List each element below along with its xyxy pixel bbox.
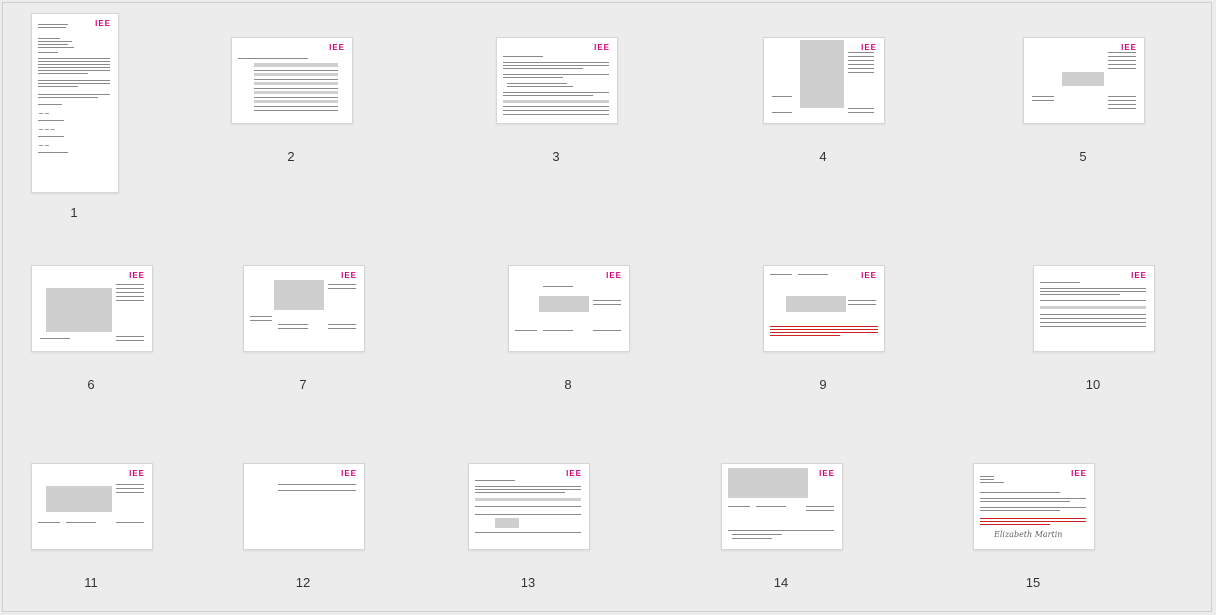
page-number: 6 xyxy=(87,377,95,392)
iee-logo: IEE xyxy=(329,43,345,52)
iee-logo: IEE xyxy=(1131,271,1147,280)
page-3-preview: IEE xyxy=(496,37,618,124)
page-number: 15 xyxy=(1025,575,1041,590)
iee-logo: IEE xyxy=(1071,469,1087,478)
page-1-preview: IEE ~~ ~~~ ~~ xyxy=(31,13,119,193)
page-number: 14 xyxy=(773,575,789,590)
page-12-preview: IEE xyxy=(243,463,365,550)
page-5-preview: IEE xyxy=(1023,37,1145,124)
iee-logo: IEE xyxy=(341,271,357,280)
iee-logo: IEE xyxy=(594,43,610,52)
page-thumbnail-8[interactable]: IEE 8 xyxy=(508,265,668,405)
page-thumbnail-11[interactable]: IEE 11 xyxy=(31,463,191,603)
page-thumbnail-4[interactable]: IEE 4 xyxy=(763,37,923,177)
page-number: 13 xyxy=(520,575,536,590)
page-6-preview: IEE xyxy=(31,265,153,352)
page-11-preview: IEE xyxy=(31,463,153,550)
page-13-preview: IEE xyxy=(468,463,590,550)
page-thumbnail-6[interactable]: IEE 6 xyxy=(31,265,191,405)
iee-logo: IEE xyxy=(1121,43,1137,52)
page-number: 8 xyxy=(564,377,572,392)
page-thumbnail-14[interactable]: IEE 14 xyxy=(721,463,881,603)
page-number: 3 xyxy=(552,149,560,164)
page-9-preview: IEE xyxy=(763,265,885,352)
page-number: 12 xyxy=(295,575,311,590)
page-number: 7 xyxy=(299,377,307,392)
page-2-preview: IEE xyxy=(231,37,353,124)
page-grid: IEE ~~ ~~~ ~~ 1 IEE 2 IEE 3 IEE 4 IEE 5 … xyxy=(2,2,1212,612)
page-thumbnail-10[interactable]: IEE 10 xyxy=(1033,265,1193,405)
page-thumbnail-9[interactable]: IEE 9 xyxy=(763,265,923,405)
page-8-preview: IEE xyxy=(508,265,630,352)
page-4-preview: IEE xyxy=(763,37,885,124)
page-10-preview: IEE xyxy=(1033,265,1155,352)
page-number: 11 xyxy=(84,575,98,590)
page-thumbnail-3[interactable]: IEE 3 xyxy=(496,37,656,177)
iee-logo: IEE xyxy=(606,271,622,280)
page-14-preview: IEE xyxy=(721,463,843,550)
page-thumbnail-15[interactable]: IEE Elizabeth Martin 15 xyxy=(973,463,1133,603)
page-15-preview: IEE Elizabeth Martin xyxy=(973,463,1095,550)
iee-logo: IEE xyxy=(819,469,835,478)
iee-logo: IEE xyxy=(341,469,357,478)
iee-logo: IEE xyxy=(129,469,145,478)
iee-logo: IEE xyxy=(861,43,877,52)
iee-logo: IEE xyxy=(566,469,582,478)
page-thumbnail-7[interactable]: IEE 7 xyxy=(243,265,403,405)
page-number: 5 xyxy=(1079,149,1087,164)
page-number: 9 xyxy=(819,377,827,392)
iee-logo: IEE xyxy=(129,271,145,280)
iee-logo: IEE xyxy=(861,271,877,280)
page-thumbnail-1[interactable]: IEE ~~ ~~~ ~~ 1 xyxy=(31,13,191,220)
signature: Elizabeth Martin xyxy=(994,530,1063,539)
page-thumbnail-2[interactable]: IEE 2 xyxy=(231,37,391,177)
page-thumbnail-5[interactable]: IEE 5 xyxy=(1023,37,1183,177)
page-number: 2 xyxy=(287,149,295,164)
iee-logo: IEE xyxy=(95,19,111,28)
page-number: 1 xyxy=(70,205,78,220)
page-thumbnail-12[interactable]: IEE 12 xyxy=(243,463,403,603)
page-7-preview: IEE xyxy=(243,265,365,352)
page-number: 10 xyxy=(1085,377,1101,392)
page-number: 4 xyxy=(819,149,827,164)
page-thumbnail-13[interactable]: IEE 13 xyxy=(468,463,628,603)
